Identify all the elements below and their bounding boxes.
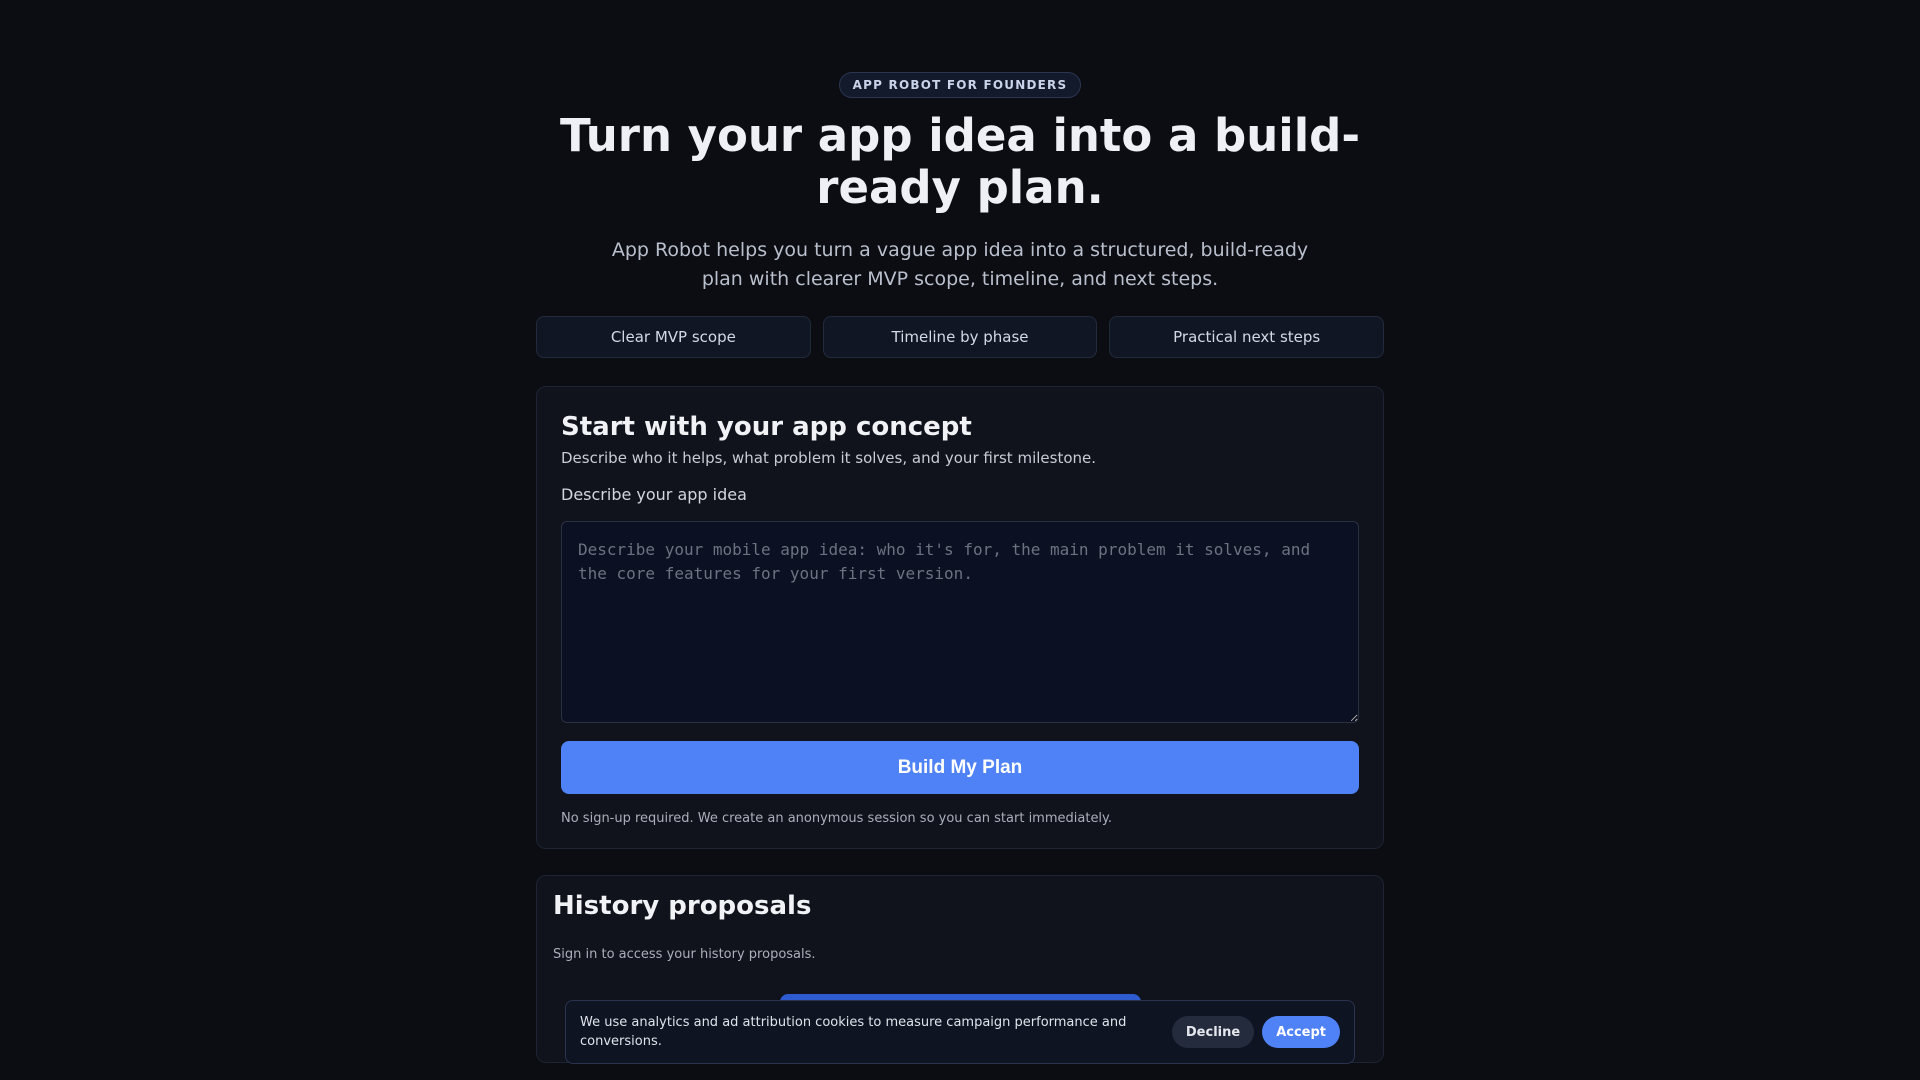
feature-pill-mvp-scope: Clear MVP scope — [536, 316, 811, 358]
page: APP ROBOT FOR FOUNDERS Turn your app ide… — [0, 0, 1920, 1080]
idea-textarea[interactable] — [561, 521, 1359, 723]
build-plan-button[interactable]: Build My Plan — [561, 741, 1359, 794]
cookie-message: We use analytics and ad attribution cook… — [580, 1015, 1127, 1049]
page-title: Turn your app idea into a build-ready pl… — [559, 109, 1361, 214]
main-container: APP ROBOT FOR FOUNDERS Turn your app ide… — [536, 72, 1385, 1063]
history-signin-note: Sign in to access your history proposals… — [553, 947, 816, 962]
concept-title: Start with your app concept — [561, 412, 972, 442]
idea-field-label: Describe your app idea — [561, 485, 747, 504]
history-title: History proposals — [553, 891, 812, 921]
accept-button[interactable]: Accept — [1262, 1016, 1340, 1048]
hero-subtitle: App Robot helps you turn a vague app ide… — [611, 239, 1309, 290]
feature-pill-next-steps: Practical next steps — [1109, 316, 1385, 358]
eyebrow-badge: APP ROBOT FOR FOUNDERS — [838, 72, 1082, 98]
concept-description: Describe who it helps, what problem it s… — [561, 449, 1097, 467]
feature-pills: Clear MVP scope Timeline by phase Practi… — [536, 316, 1385, 358]
concept-card: Start with your app concept Describe who… — [536, 386, 1384, 849]
no-signup-note: No sign-up required. We create an anonym… — [561, 811, 1113, 826]
feature-pill-timeline: Timeline by phase — [822, 316, 1098, 358]
cookie-actions: Decline Accept — [1171, 1016, 1340, 1048]
decline-button[interactable]: Decline — [1171, 1016, 1255, 1048]
cookie-banner: We use analytics and ad attribution cook… — [565, 1000, 1355, 1064]
